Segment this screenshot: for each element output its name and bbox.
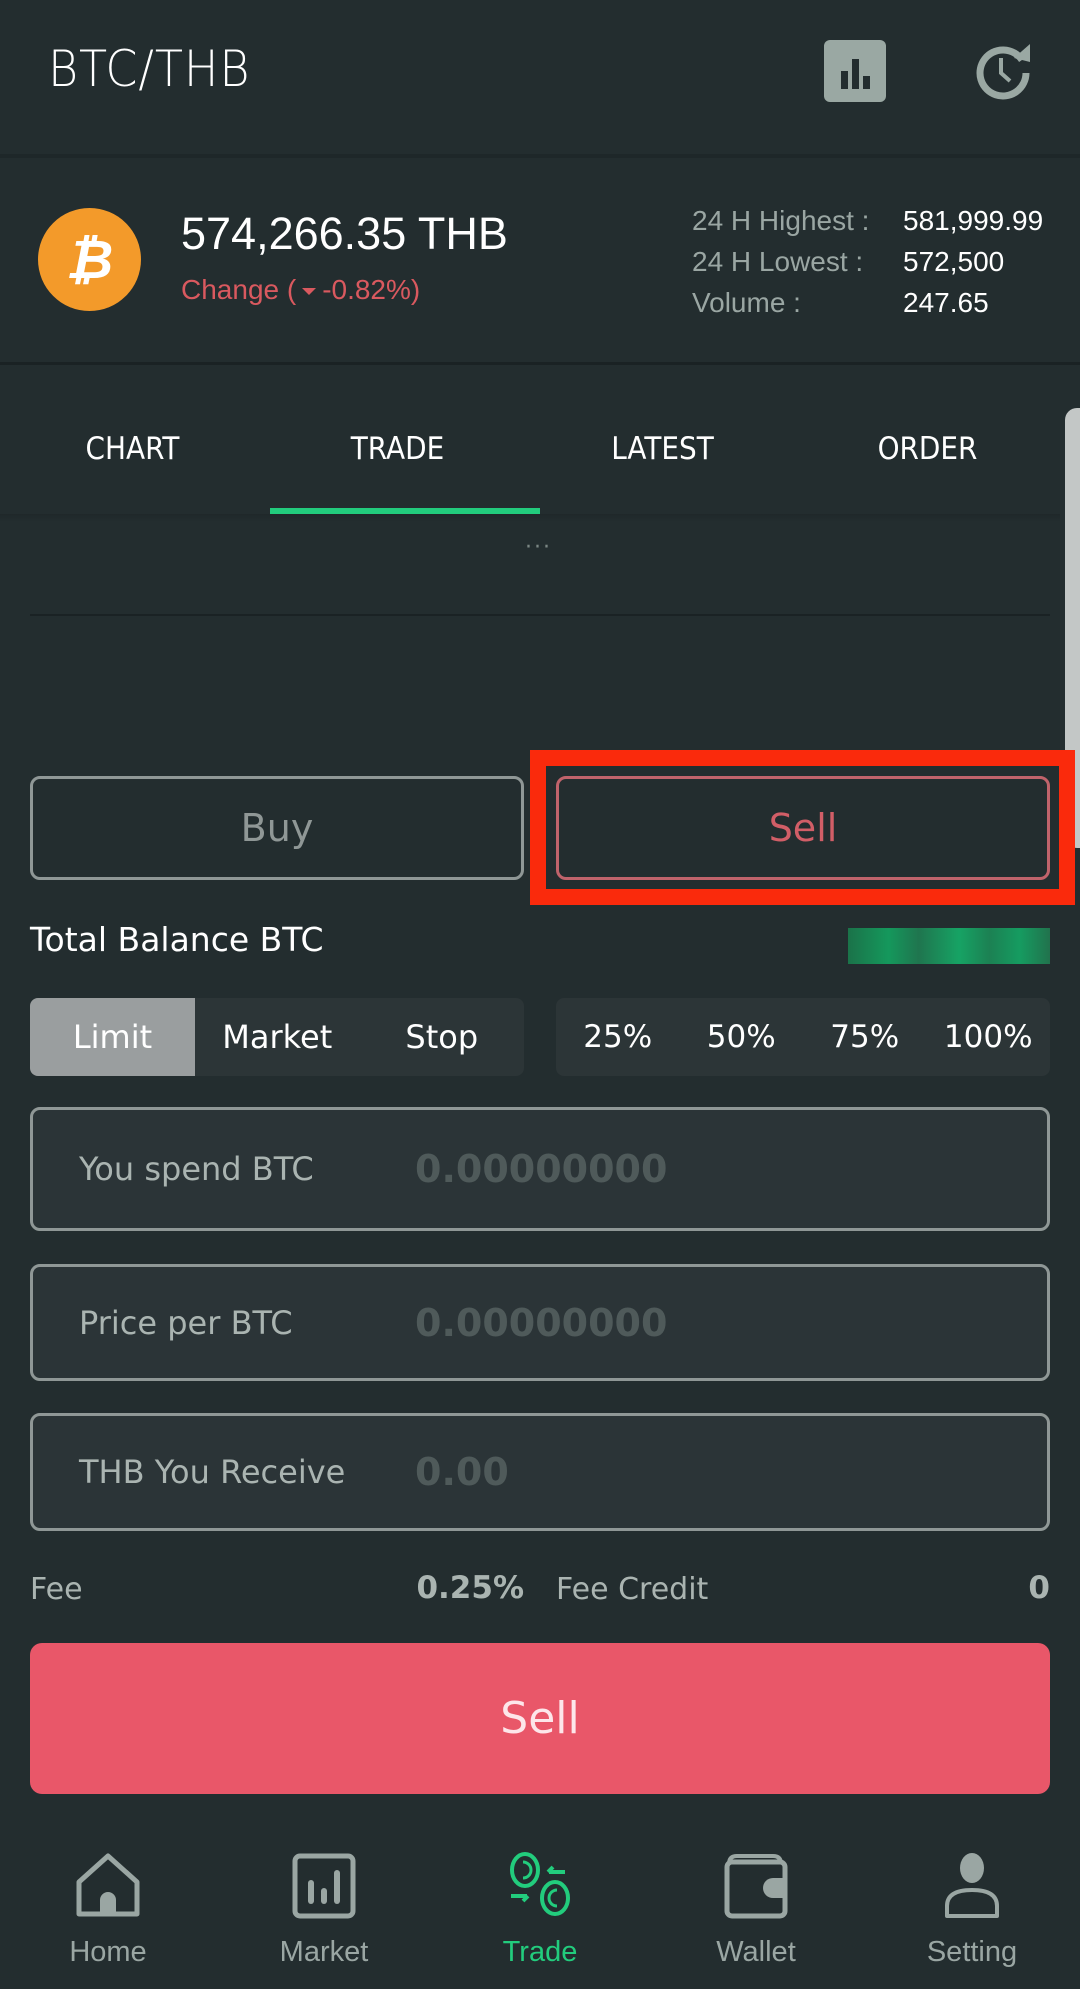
sell-toggle-button[interactable]: Sell (556, 776, 1050, 880)
percent-100-button[interactable]: 100% (927, 998, 1051, 1076)
stat-label: 24 H Highest : (692, 205, 870, 236)
fee-value: 0.25% (416, 1570, 524, 1606)
fee-credit-label: Fee Credit (556, 1572, 709, 1607)
tab-order[interactable]: ORDER (808, 365, 1047, 515)
order-type-stop[interactable]: Stop (360, 998, 525, 1076)
bitcoin-icon: ₿ (38, 208, 141, 311)
price-field[interactable]: Price per BTC (30, 1264, 1050, 1381)
nav-label: Home (69, 1936, 147, 1968)
stat-lowest: 24 H Lowest : 572,500 (692, 241, 1043, 282)
stat-highest: 24 H Highest : 581,999.99 (692, 200, 1043, 241)
percent-50-button[interactable]: 50% (680, 998, 804, 1076)
nav-trade[interactable]: Trade (432, 1820, 648, 1989)
tab-bar: CHART TRADE LATEST ORDER (0, 365, 1060, 515)
spend-input[interactable] (415, 1147, 975, 1191)
pair-title: BTC/THB (48, 40, 251, 98)
fee-credit-value: 0 (1028, 1570, 1050, 1606)
drag-handle[interactable]: ··· (525, 535, 552, 560)
stat-value: 581,999.99 (903, 205, 1044, 236)
receive-field[interactable]: THB You Receive (30, 1413, 1050, 1531)
change-prefix: Change ( (181, 274, 297, 305)
order-type-limit[interactable]: Limit (30, 998, 195, 1076)
balance-label: Total Balance BTC (30, 920, 324, 959)
stat-volume: Volume : 247.65 (692, 282, 1043, 323)
receive-label: THB You Receive (79, 1453, 346, 1491)
home-icon (76, 1853, 140, 1917)
bottom-nav: Home Market Trade Wallet Setting (0, 1820, 1080, 1989)
ticker-stats: 24 H Highest : 581,999.99 24 H Lowest : … (692, 200, 1043, 323)
nav-label: Trade (502, 1936, 578, 1968)
price-label: Price per BTC (79, 1303, 293, 1342)
order-type-selector: Limit Market Stop (30, 998, 524, 1076)
spend-field[interactable]: You spend BTC (30, 1107, 1050, 1231)
market-icon (292, 1853, 356, 1919)
user-icon (945, 1853, 999, 1918)
nav-label: Setting (926, 1936, 1018, 1968)
tab-latest[interactable]: LATEST (543, 365, 782, 515)
nav-market[interactable]: Market (216, 1820, 432, 1989)
nav-home[interactable]: Home (0, 1820, 216, 1989)
wallet-icon (724, 1854, 788, 1919)
history-icon[interactable] (972, 40, 1034, 102)
last-price: 574,266.35 THB (181, 208, 508, 259)
price-change: Change ( -0.82%) (181, 274, 420, 306)
balance-value-redacted (848, 928, 1050, 964)
fee-label: Fee (30, 1572, 83, 1607)
stat-label: Volume : (692, 287, 801, 318)
price-input[interactable] (415, 1300, 975, 1345)
down-triangle-icon (302, 288, 317, 296)
order-type-market[interactable]: Market (195, 998, 360, 1076)
stat-value: 247.65 (903, 287, 989, 318)
app-header: BTC/THB (0, 0, 1080, 154)
nav-label: Wallet (716, 1936, 796, 1968)
nav-setting[interactable]: Setting (864, 1820, 1080, 1989)
tab-trade[interactable]: TRADE (278, 365, 517, 515)
receive-input[interactable] (415, 1450, 975, 1494)
stat-label: 24 H Lowest : (692, 246, 864, 277)
stat-value: 572,500 (903, 246, 1005, 277)
percent-selector: 25% 50% 75% 100% (556, 998, 1050, 1076)
spend-label: You spend BTC (79, 1150, 314, 1188)
buy-toggle-button[interactable]: Buy (30, 776, 524, 880)
change-value: -0.82%) (322, 274, 421, 305)
scrollbar[interactable] (1065, 408, 1080, 848)
tab-chart[interactable]: CHART (13, 365, 252, 515)
percent-75-button[interactable]: 75% (803, 998, 927, 1076)
ticker-section: ₿ 574,266.35 THB Change ( -0.82%) 24 H Hi… (0, 158, 1080, 362)
percent-25-button[interactable]: 25% (556, 998, 680, 1076)
section-divider (30, 614, 1050, 616)
bar-chart-icon[interactable] (824, 40, 886, 102)
trade-icon (510, 1852, 570, 1916)
nav-wallet[interactable]: Wallet (648, 1820, 864, 1989)
sell-submit-button[interactable]: Sell (30, 1643, 1050, 1794)
nav-label: Market (279, 1936, 369, 1968)
tabs-shadow (0, 514, 1060, 522)
